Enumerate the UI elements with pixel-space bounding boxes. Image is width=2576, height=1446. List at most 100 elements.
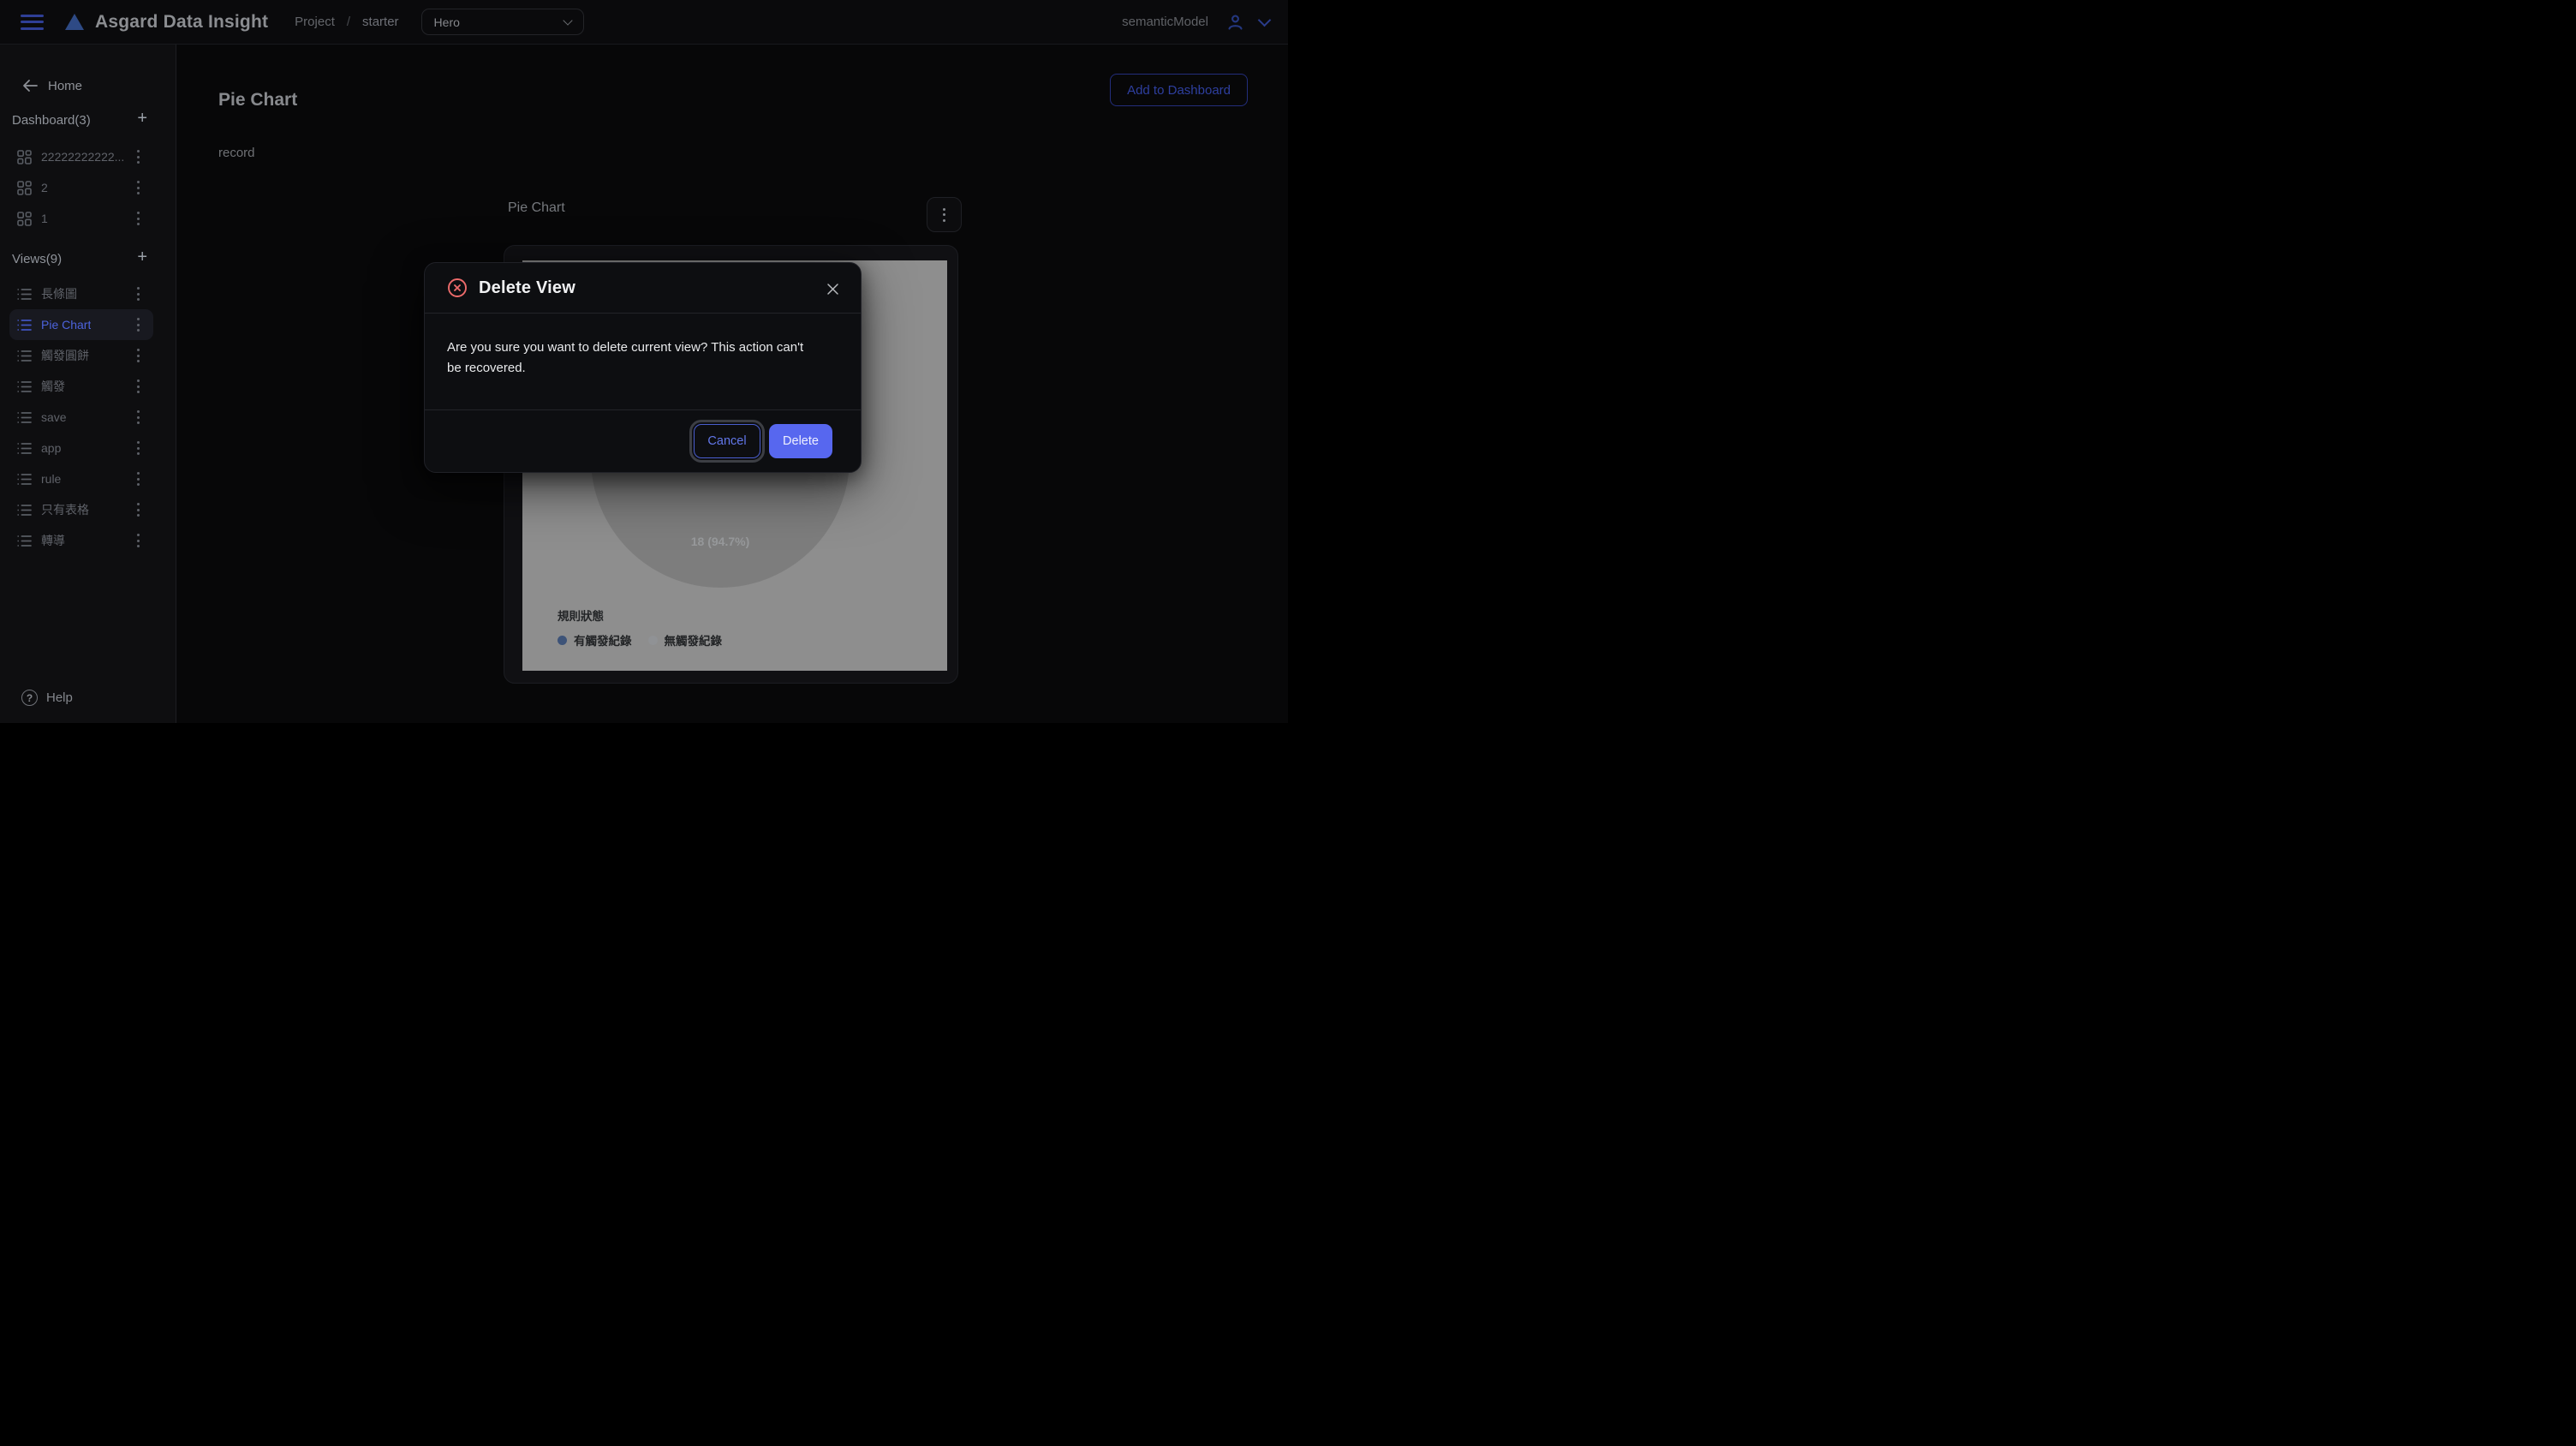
pie-slice-data-label: 18 (94.7%) xyxy=(691,535,749,548)
list-icon xyxy=(17,350,32,362)
legend-dot-gray xyxy=(648,636,658,645)
list-icon xyxy=(17,411,32,424)
views-section-label: Views(9) xyxy=(12,252,62,266)
kebab-menu-icon[interactable] xyxy=(134,208,143,229)
record-label: record xyxy=(218,146,255,160)
views-section-header: Views(9) + xyxy=(12,248,176,269)
sidebar-item-view[interactable]: app xyxy=(9,433,153,463)
sidebar-item-view[interactable]: 觸發 xyxy=(9,371,153,402)
delete-button[interactable]: Delete xyxy=(769,424,832,458)
dialog-footer: Cancel Delete xyxy=(425,410,861,472)
legend-item-triggered[interactable]: 有觸發紀錄 xyxy=(558,631,632,648)
dialog-header: Delete View xyxy=(425,263,861,313)
arrow-left-icon xyxy=(22,79,38,93)
dashboard-item-label: 22222222222... xyxy=(41,150,124,164)
legend-title: 規則狀態 xyxy=(558,606,722,624)
dashboard-item-label: 1 xyxy=(41,212,48,225)
view-item-label: 觸發 xyxy=(41,378,65,395)
kebab-menu-icon[interactable] xyxy=(134,146,143,167)
dashboard-select[interactable]: Hero xyxy=(421,9,584,35)
kebab-menu-icon[interactable] xyxy=(134,284,143,304)
legend-item-label: 有觸發紀錄 xyxy=(574,631,632,648)
breadcrumb-current[interactable]: starter xyxy=(362,15,399,29)
kebab-menu-icon xyxy=(943,208,945,222)
kebab-menu-icon[interactable] xyxy=(134,469,143,489)
chart-options-button[interactable] xyxy=(927,197,962,232)
view-item-label: Pie Chart xyxy=(41,318,91,332)
dashboard-section-label: Dashboard(3) xyxy=(12,113,91,128)
top-bar: Asgard Data Insight Project / starter He… xyxy=(0,0,1288,45)
dashboard-grid-icon xyxy=(17,150,32,164)
view-item-label: rule xyxy=(41,472,61,486)
view-item-label: 轉導 xyxy=(41,532,65,549)
legend-dot-blue xyxy=(558,636,567,645)
dialog-message: Are you sure you want to delete current … xyxy=(447,338,820,379)
view-item-label: 觸發圓餅 xyxy=(41,347,89,364)
view-item-label: 只有表格 xyxy=(41,501,89,518)
breadcrumb-project[interactable]: Project xyxy=(295,15,335,29)
view-item-label: save xyxy=(41,410,67,424)
sidebar-item-view[interactable]: rule xyxy=(9,463,153,494)
view-item-label: 長條圖 xyxy=(41,285,77,302)
app-title: Asgard Data Insight xyxy=(95,12,268,33)
kebab-menu-icon[interactable] xyxy=(134,177,143,198)
sidebar-item-view[interactable]: 觸發圓餅 xyxy=(9,340,153,371)
dialog-body: Are you sure you want to delete current … xyxy=(425,314,861,409)
dashboard-select-value: Hero xyxy=(434,15,460,29)
user-icon[interactable] xyxy=(1225,12,1246,33)
home-label: Home xyxy=(48,79,82,93)
help-icon: ? xyxy=(21,690,38,706)
view-item-label: app xyxy=(41,441,61,455)
dashboard-item-label: 2 xyxy=(41,181,48,194)
dashboard-grid-icon xyxy=(17,181,32,195)
chart-legend: 規則狀態 有觸發紀錄 無觸發紀錄 xyxy=(558,606,722,648)
list-icon xyxy=(17,288,32,301)
help-button[interactable]: ? Help xyxy=(21,690,73,706)
delete-view-dialog: Delete View Are you sure you want to del… xyxy=(424,262,862,473)
menu-icon[interactable] xyxy=(21,15,44,30)
sidebar-item-view-selected[interactable]: Pie Chart xyxy=(9,309,153,340)
kebab-menu-icon[interactable] xyxy=(134,530,143,551)
sidebar-item-dashboard[interactable]: 2 xyxy=(9,172,153,203)
list-icon xyxy=(17,535,32,547)
breadcrumb: Project / starter xyxy=(295,15,398,29)
close-icon[interactable] xyxy=(824,280,842,298)
list-icon xyxy=(17,319,32,332)
chevron-down-icon[interactable] xyxy=(1258,14,1272,27)
breadcrumb-separator: / xyxy=(347,15,350,29)
add-view-icon[interactable]: + xyxy=(137,247,147,267)
app-root: Asgard Data Insight Project / starter He… xyxy=(0,0,1288,723)
sidebar-item-view[interactable]: 只有表格 xyxy=(9,494,153,525)
kebab-menu-icon[interactable] xyxy=(134,499,143,520)
legend-item-untriggered[interactable]: 無觸發紀錄 xyxy=(648,631,723,648)
semantic-model-link[interactable]: semanticModel xyxy=(1122,15,1208,29)
kebab-menu-icon[interactable] xyxy=(134,438,143,458)
sidebar-item-dashboard[interactable]: 22222222222... xyxy=(9,141,153,172)
help-label: Help xyxy=(46,690,73,705)
dashboard-grid-icon xyxy=(17,212,32,226)
kebab-menu-icon[interactable] xyxy=(134,314,143,335)
kebab-menu-icon[interactable] xyxy=(134,376,143,397)
sidebar-item-view[interactable]: 轉導 xyxy=(9,525,153,556)
sidebar: Home Dashboard(3) + 22222222222... 2 1 xyxy=(0,45,176,723)
cancel-button[interactable]: Cancel xyxy=(694,424,760,458)
list-icon xyxy=(17,504,32,517)
sidebar-item-dashboard[interactable]: 1 xyxy=(9,203,153,234)
kebab-menu-icon[interactable] xyxy=(134,407,143,427)
list-icon xyxy=(17,473,32,486)
chevron-down-icon xyxy=(563,15,572,25)
chart-card-title: Pie Chart xyxy=(508,200,565,216)
add-to-dashboard-button[interactable]: Add to Dashboard xyxy=(1110,74,1248,106)
add-dashboard-icon[interactable]: + xyxy=(137,108,147,128)
kebab-menu-icon[interactable] xyxy=(134,345,143,366)
list-icon xyxy=(17,442,32,455)
list-icon xyxy=(17,380,32,393)
dialog-title: Delete View xyxy=(479,278,575,298)
error-circle-x-icon xyxy=(447,278,468,298)
page-title: Pie Chart xyxy=(218,90,297,111)
dashboard-section-header: Dashboard(3) + xyxy=(12,110,176,130)
back-home-button[interactable]: Home xyxy=(22,76,164,95)
sidebar-item-view[interactable]: 長條圖 xyxy=(9,278,153,309)
sidebar-item-view[interactable]: save xyxy=(9,402,153,433)
legend-item-label: 無觸發紀錄 xyxy=(665,631,723,648)
